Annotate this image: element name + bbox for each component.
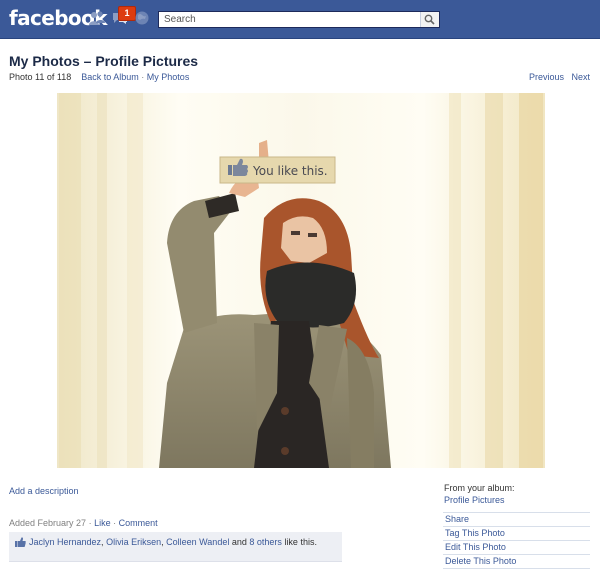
magnifier-icon <box>424 14 435 25</box>
notifications-globe-icon[interactable] <box>134 10 152 26</box>
added-date: Added February 27 <box>9 518 87 528</box>
liker-name[interactable]: Colleen Wandel <box>166 537 229 547</box>
like-link[interactable]: Like <box>94 518 111 528</box>
photo-meta: Added February 27 · Like · Comment <box>9 518 158 528</box>
comment-link[interactable]: Comment <box>119 518 158 528</box>
search-box <box>158 11 440 28</box>
search-button[interactable] <box>420 12 439 27</box>
page-title: My Photos – Profile Pictures <box>9 53 199 69</box>
meta-separator: · <box>113 518 117 528</box>
sign-text: You like this. <box>252 164 328 178</box>
edit-photo-link[interactable]: Edit This Photo <box>443 541 590 555</box>
photo-counter: Photo 11 of 118 <box>9 72 72 82</box>
breadcrumb: Photo 11 of 118 Back to Album · My Photo… <box>9 72 189 82</box>
meta-separator: · <box>88 518 92 528</box>
back-to-album-link[interactable]: Back to Album <box>81 72 139 82</box>
liker-name[interactable]: Olivia Eriksen <box>106 537 161 547</box>
add-description-link[interactable]: Add a description <box>9 486 79 496</box>
liker-comma: , <box>101 537 104 547</box>
share-photo-link[interactable]: Share <box>443 512 590 527</box>
friend-requests-icon[interactable] <box>88 10 106 26</box>
liker-name[interactable]: Jaclyn Hernandez <box>29 537 101 547</box>
and-text: and <box>231 537 247 547</box>
likes-summary: Jaclyn Hernandez, Olivia Eriksen, Collee… <box>9 532 342 562</box>
my-photos-link[interactable]: My Photos <box>147 72 190 82</box>
profile-photo-image: You like this. <box>9 93 590 468</box>
top-navigation-bar: facebook 1 <box>0 0 600 39</box>
breadcrumb-separator: · <box>141 72 145 82</box>
album-name-link[interactable]: Profile Pictures <box>444 495 505 505</box>
search-input[interactable] <box>159 12 424 27</box>
previous-photo-link[interactable]: Previous <box>529 72 564 82</box>
like-this-text: like this. <box>284 537 317 547</box>
liker-comma: , <box>161 537 164 547</box>
delete-photo-link[interactable]: Delete This Photo <box>443 555 590 569</box>
others-link[interactable]: 8 others <box>249 537 282 547</box>
photo-pager: Previous Next <box>529 72 590 82</box>
main-photo[interactable]: You like this. <box>9 93 590 468</box>
photo-actions-list: Share Tag This Photo Edit This Photo Del… <box>443 512 590 569</box>
from-album-label: From your album: <box>444 483 515 493</box>
like-thumb-icon <box>15 537 26 547</box>
tag-photo-link[interactable]: Tag This Photo <box>443 527 590 541</box>
next-photo-link[interactable]: Next <box>571 72 590 82</box>
